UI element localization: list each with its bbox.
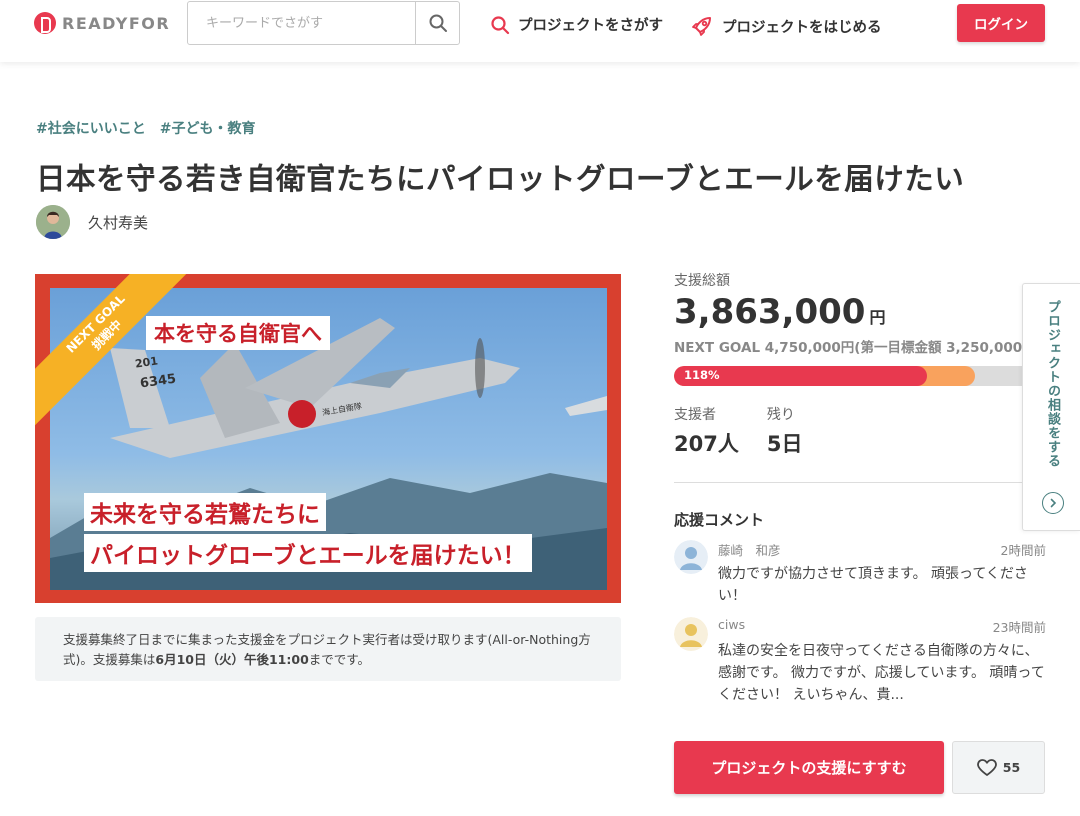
consult-label: プロジェクトの相談をする bbox=[1045, 300, 1060, 468]
hero-banner-1: 本を守る自衛官へ bbox=[146, 316, 330, 350]
search-icon bbox=[429, 14, 447, 32]
comments-heading: 応援コメント bbox=[674, 511, 765, 529]
hero-photo: 201 6345 海上自衛隊 本を守る自衛官へ 未来を守る若鷲たちに パイロット… bbox=[50, 288, 607, 590]
tag-list: #社会にいいこと #子ども・教育 bbox=[36, 118, 255, 138]
supporters-value: 207人 bbox=[674, 432, 739, 456]
header: READYFOR プロジェクトをさがす プロジェクトをはじめる ログイン bbox=[0, 0, 1080, 62]
total-unit: 円 bbox=[869, 308, 886, 327]
divider bbox=[674, 482, 1046, 483]
commenter-name: ciws bbox=[718, 617, 746, 632]
tag-education[interactable]: #子ども・教育 bbox=[160, 118, 256, 138]
total-amount-row: 3,863,000 円 bbox=[674, 292, 1046, 332]
support-project-button[interactable]: プロジェクトの支援にすすむ bbox=[674, 741, 944, 794]
stats-panel: 支援総額 3,863,000 円 NEXT GOAL 4,750,000円(第一… bbox=[674, 270, 1046, 706]
search-button[interactable] bbox=[415, 2, 459, 44]
supporters-label: 支援者 bbox=[674, 407, 716, 423]
consult-tab[interactable]: プロジェクトの相談をする bbox=[1022, 283, 1080, 531]
remaining-label: 残り bbox=[766, 407, 795, 423]
owner-avatar bbox=[36, 205, 70, 239]
search-input[interactable] bbox=[188, 2, 415, 44]
user-icon bbox=[674, 617, 708, 651]
tag-social[interactable]: #社会にいいこと bbox=[36, 118, 146, 138]
notice-text-2: までです。 bbox=[308, 652, 371, 667]
total-label: 支援総額 bbox=[674, 273, 730, 289]
chevron-right-icon bbox=[1042, 492, 1064, 514]
hero-banner-2: 未来を守る若鷲たちに bbox=[84, 493, 326, 531]
nav-search-projects[interactable]: プロジェクトをさがす bbox=[490, 14, 663, 35]
comment-meta: ciws 23時間前 bbox=[718, 617, 1046, 636]
comment-body: ciws 23時間前 私達の安全を日夜守ってくださる自衛隊の方々に、感謝です。 … bbox=[718, 617, 1046, 706]
nav-search-label: プロジェクトをさがす bbox=[518, 18, 663, 34]
commenter-avatar bbox=[674, 540, 708, 574]
remaining-stat: 残り 5日 bbox=[767, 404, 803, 458]
project-owner[interactable]: 久村寿美 bbox=[36, 205, 148, 239]
hero-image: 201 6345 海上自衛隊 本を守る自衛官へ 未来を守る若鷲たちに パイロット… bbox=[35, 274, 621, 603]
comment-time: 23時間前 bbox=[992, 620, 1046, 635]
owner-name: 久村寿美 bbox=[88, 213, 149, 232]
comment-item[interactable]: ciws 23時間前 私達の安全を日夜守ってくださる自衛隊の方々に、感謝です。 … bbox=[674, 617, 1046, 706]
hero-banner-3: パイロットグローブとエールを届けたい！ bbox=[84, 534, 532, 572]
remaining-value: 5日 bbox=[766, 432, 803, 456]
comment-text: 微力ですが協力させて頂きます。 頑張ってください！ bbox=[718, 566, 1028, 604]
logo-icon bbox=[34, 12, 56, 34]
favorite-button[interactable]: 55 bbox=[952, 741, 1045, 794]
stats-row: 支援者 207人 残り 5日 bbox=[674, 404, 1046, 458]
total-amount: 3,863,000 bbox=[674, 292, 866, 332]
user-icon bbox=[674, 540, 708, 574]
favorite-count: 55 bbox=[1002, 760, 1021, 775]
comment-time: 2時間前 bbox=[1000, 543, 1046, 558]
commenter-avatar bbox=[674, 617, 708, 651]
progress-bar: 118% bbox=[674, 366, 1046, 386]
nav-start-project[interactable]: プロジェクトをはじめる bbox=[690, 14, 882, 38]
nav-start-label: プロジェクトをはじめる bbox=[722, 19, 882, 36]
project-title: 日本を守る若き自衛官たちにパイロットグローブとエールを届けたい bbox=[36, 162, 965, 196]
heart-icon bbox=[976, 758, 997, 776]
comment-meta: 藤崎 和彦 2時間前 bbox=[718, 540, 1046, 559]
comment-body: 藤崎 和彦 2時間前 微力ですが協力させて頂きます。 頑張ってください！ bbox=[718, 540, 1046, 607]
logo-text: READYFOR bbox=[62, 13, 171, 33]
supporters-stat: 支援者 207人 bbox=[674, 404, 739, 458]
progress-label: 118% bbox=[684, 368, 720, 382]
comment-text: 私達の安全を日夜守ってくださる自衛隊の方々に、感謝です。 微力ですが、応援してい… bbox=[718, 643, 1045, 703]
logo[interactable]: READYFOR bbox=[34, 12, 170, 34]
search-icon bbox=[491, 15, 510, 34]
comment-item[interactable]: 藤崎 和彦 2時間前 微力ですが協力させて頂きます。 頑張ってください！ bbox=[674, 540, 1046, 607]
login-button[interactable]: ログイン bbox=[957, 4, 1045, 42]
commenter-name: 藤崎 和彦 bbox=[718, 543, 781, 558]
search-box bbox=[187, 1, 460, 45]
next-goal-text: NEXT GOAL 4,750,000円(第一目標金額 3,250,000円) bbox=[674, 340, 1042, 356]
funding-notice: 支援募集終了日までに集まった支援金をプロジェクト実行者は受け取ります(All-o… bbox=[35, 617, 621, 681]
notice-deadline: 6月10日（火）午後11:00 bbox=[155, 652, 309, 667]
rocket-icon bbox=[692, 17, 711, 36]
